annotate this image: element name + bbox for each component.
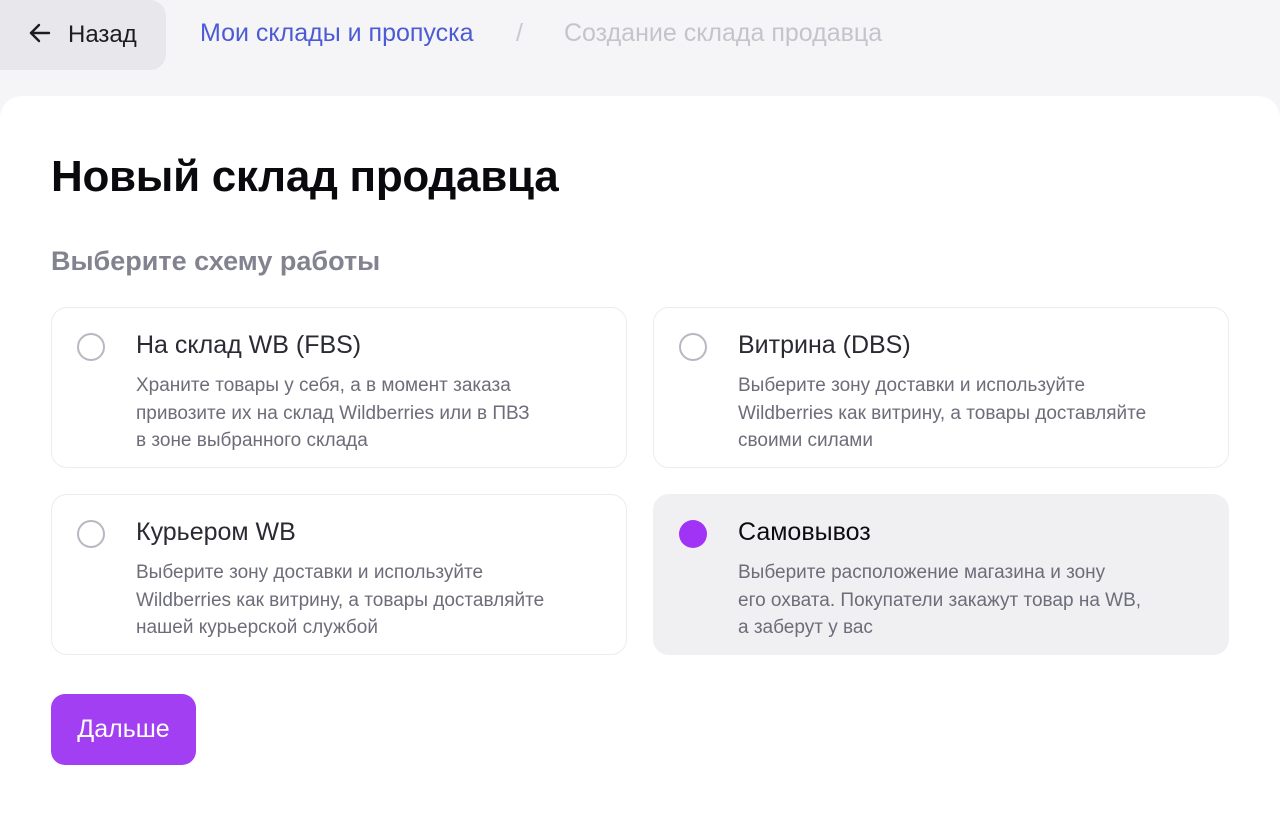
breadcrumb-separator: / bbox=[516, 19, 523, 47]
section-subtitle: Выберите схему работы bbox=[51, 246, 381, 276]
option-title: Курьером WB bbox=[136, 518, 296, 546]
radio-dbs[interactable] bbox=[679, 333, 707, 361]
option-description-line: привозите их на склад Wildberries или в … bbox=[136, 402, 530, 424]
arrow-left-icon bbox=[26, 19, 54, 52]
option-description-line: Выберите зону доставки и используйте bbox=[738, 375, 1086, 396]
option-description-line: Храните товары у себя, а в момент заказа bbox=[136, 375, 511, 396]
option-description-line: Wildberries как витрину, а товары достав… bbox=[136, 589, 545, 611]
back-button[interactable]: Назад bbox=[0, 0, 166, 70]
next-button[interactable]: Дальше bbox=[51, 694, 196, 765]
option-description-line: в зоне выбранного склада bbox=[136, 430, 368, 451]
radio-courier[interactable] bbox=[77, 520, 105, 548]
option-description-line: а заберут у вас bbox=[738, 617, 873, 638]
option-description: Храните товары у себя, а в момент заказа… bbox=[136, 372, 616, 455]
breadcrumb-current: Создание склада продавца bbox=[564, 19, 883, 47]
option-description: Выберите зону доставки и используйте Wil… bbox=[136, 559, 616, 642]
option-dbs[interactable]: Витрина (DBS) Выберите зону доставки и и… bbox=[653, 307, 1229, 468]
option-description-line: Выберите расположение магазина и зону bbox=[738, 562, 1106, 583]
option-title: На склад WB (FBS) bbox=[136, 331, 362, 359]
option-fbs[interactable]: На склад WB (FBS) Храните товары у себя,… bbox=[51, 307, 627, 468]
option-courier[interactable]: Курьером WB Выберите зону доставки и исп… bbox=[51, 494, 627, 655]
breadcrumb-warehouses-link[interactable]: Мои склады и пропуска bbox=[200, 19, 474, 48]
option-title: Самовывоз bbox=[738, 518, 871, 546]
option-pickup[interactable]: Самовывоз Выберите расположение магазина… bbox=[653, 494, 1229, 655]
option-description: Выберите расположение магазина и зону ег… bbox=[738, 559, 1218, 642]
option-description-line: нашей курьерской службой bbox=[136, 617, 378, 638]
option-description-line: своими силами bbox=[738, 430, 873, 451]
page-title: Новый склад продавца bbox=[51, 152, 559, 201]
radio-fbs[interactable] bbox=[77, 333, 105, 361]
option-description-line: Wildberries как витрину, а товары достав… bbox=[738, 402, 1147, 424]
option-description-line: Выберите зону доставки и используйте bbox=[136, 562, 484, 583]
radio-pickup[interactable] bbox=[679, 520, 707, 548]
top-bar: Назад Мои склады и пропуска / Создание с… bbox=[0, 0, 1280, 96]
option-title: Витрина (DBS) bbox=[738, 331, 911, 359]
back-button-label: Назад bbox=[68, 21, 137, 48]
option-description-line: его охвата. Покупатели закажут товар на … bbox=[738, 589, 1142, 611]
option-description: Выберите зону доставки и используйте Wil… bbox=[738, 372, 1218, 455]
